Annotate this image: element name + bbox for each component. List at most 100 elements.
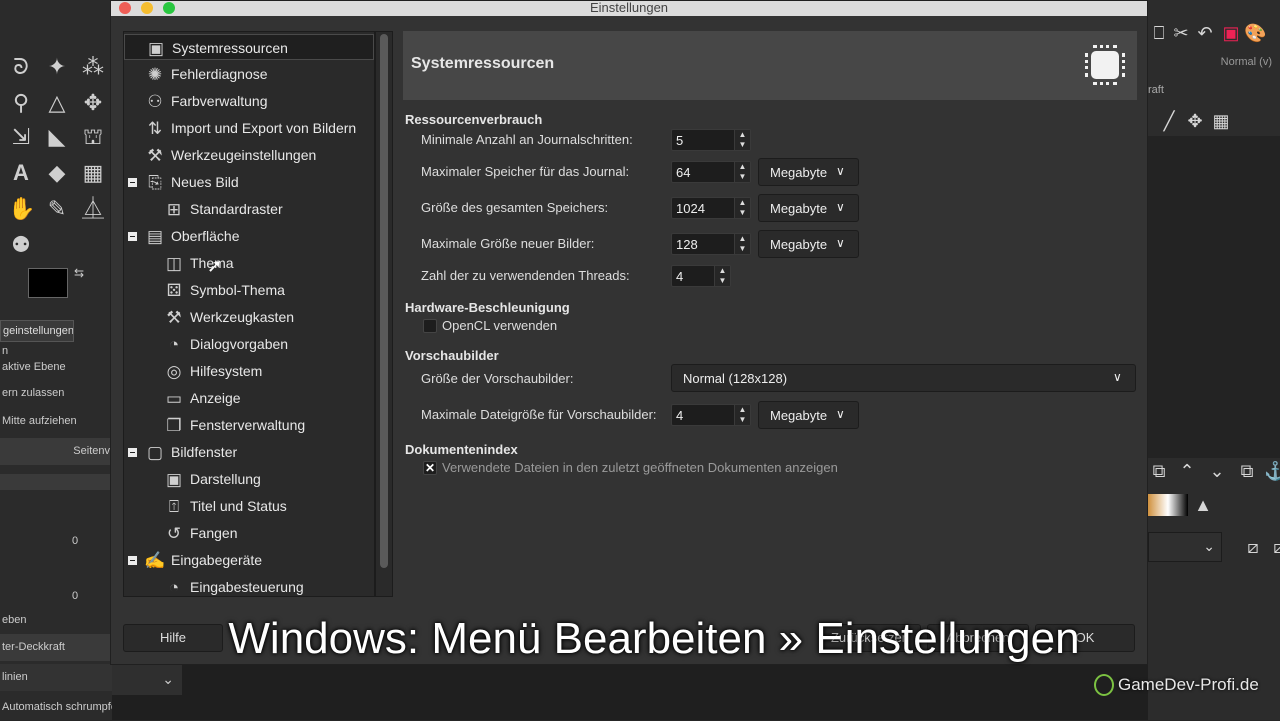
brush-icon[interactable]: ╱ [1158, 110, 1180, 132]
tree-item-titel-status[interactable]: ⍐ Titel und Status [163, 493, 287, 519]
opencl-label[interactable]: OpenCL verwenden [442, 318, 557, 333]
tool-option-row[interactable]: ern zulassen [0, 380, 112, 407]
undo-memory-spinner[interactable]: 64 ▲ ▼ [671, 161, 751, 183]
window-titlebar[interactable]: Einstellungen [111, 1, 1147, 16]
tree-scrollbar[interactable] [375, 31, 393, 597]
edit-curve-icon[interactable]: ⧄ [1242, 536, 1264, 558]
tree-item-eingabesteuerung[interactable]: ◔ Eingabesteuerung [163, 574, 304, 596]
undo-memory-unit-combo[interactable]: Megabyte ∨ [758, 158, 859, 186]
patterns-icon[interactable]: ▣ [1220, 22, 1242, 44]
left-dropdown-extension[interactable]: ⌄ [112, 665, 182, 695]
paths-icon[interactable]: ✂ [1170, 22, 1192, 44]
tree-item-dialogvorgaben[interactable]: ◔ Dialogvorgaben [163, 331, 288, 357]
layer-mode-row[interactable]: Normal (v) [1148, 52, 1280, 76]
tool-option-value[interactable]: 0 [0, 583, 112, 610]
maximize-window-button[interactable] [163, 2, 175, 14]
close-window-button[interactable] [119, 2, 131, 14]
unified-transform-icon[interactable]: ◣ [44, 124, 70, 150]
max-image-size-spinner[interactable]: 128 ▲ ▼ [671, 233, 751, 255]
move-tool-icon[interactable]: ✥ [80, 90, 106, 116]
collapse-eingabegeraete[interactable] [128, 556, 137, 565]
spin-arrows-icon[interactable]: ▲ ▼ [714, 266, 730, 286]
histogram-icon[interactable]: ▲ [1192, 494, 1214, 516]
tree-item-fehlerdiagnose[interactable]: ✺ Fehlerdiagnose [144, 61, 268, 87]
preferences-category-tree[interactable]: ▣ Systemressourcen ✺ Fehlerdiagnose ⚇ Farbv… [123, 31, 375, 597]
tree-item-fangen[interactable]: ↺ Fangen [163, 520, 238, 546]
collapse-neues-bild[interactable] [128, 178, 137, 187]
foreground-color-swatch[interactable] [28, 268, 68, 298]
tool-option-slider[interactable] [0, 474, 112, 490]
max-image-size-unit-combo[interactable]: Megabyte ∨ [758, 230, 859, 258]
measure-tool-icon[interactable]: △ [44, 90, 70, 116]
recent-documents-checkbox[interactable]: ✕ [423, 461, 437, 475]
collapse-bildfenster[interactable] [128, 448, 137, 457]
right-dropdown[interactable]: ⌄ [1148, 532, 1222, 562]
opencl-checkbox[interactable] [423, 319, 437, 333]
undo-levels-spinner[interactable]: 5 ▲ ▼ [671, 129, 751, 151]
select-by-color-icon[interactable]: ⁂ [80, 54, 106, 80]
new-layer-group-icon[interactable]: ⧉ [1148, 460, 1170, 482]
tree-item-thema[interactable]: ◫ Thema [163, 250, 234, 276]
spin-arrows-icon[interactable]: ▲ ▼ [734, 198, 750, 218]
move-icon[interactable]: ✥ [1184, 110, 1206, 132]
tool-option-row[interactable]: linien [0, 664, 112, 691]
undo-history-icon[interactable]: ↶ [1194, 22, 1216, 44]
tile-cache-spinner[interactable]: 1024 ▲ ▼ [671, 197, 751, 219]
palette-icon[interactable]: 🎨 [1244, 22, 1266, 44]
tree-item-standardraster[interactable]: ⊞ Standardraster [163, 196, 283, 222]
tree-item-import-export[interactable]: ⇅ Import und Export von Bildern [144, 115, 356, 141]
tree-item-darstellung[interactable]: ▣ Darstellung [163, 466, 261, 492]
dock-tab-icon[interactable]: ⎕ [1148, 22, 1170, 44]
tree-item-systemressourcen[interactable]: ▣ Systemressourcen [124, 34, 374, 60]
collapse-oberflaeche[interactable] [128, 232, 137, 241]
duplicate-layer-icon[interactable]: ⧉ [1236, 460, 1258, 482]
tool-option-row[interactable]: Seitenv [0, 438, 112, 465]
swap-colors-icon[interactable]: ⇆ [74, 266, 84, 280]
checker-icon[interactable]: ▦ [1210, 110, 1232, 132]
tool-option-row[interactable]: aktive Ebene [0, 354, 112, 381]
tool-option-value[interactable]: 0 [0, 528, 112, 555]
thumbnail-size-combo[interactable]: Normal (128x128) ∨ [671, 364, 1136, 392]
blend-tool-icon[interactable]: ▦ [80, 160, 106, 186]
tree-item-anzeige[interactable]: ▭ Anzeige [163, 385, 241, 411]
tree-item-fensterverwaltung[interactable]: ❐ Fensterverwaltung [163, 412, 305, 438]
text-tool-icon[interactable]: A [8, 160, 34, 186]
fuzzy-select-icon[interactable]: ✦ [44, 54, 70, 80]
warp-transform-icon[interactable]: ⛫ [80, 124, 106, 150]
tree-item-bildfenster[interactable]: ▢ Bildfenster [144, 439, 237, 465]
tree-item-werkzeugkasten[interactable]: ⚒ Werkzeugkasten [163, 304, 294, 330]
lower-layer-icon[interactable]: ⌄ [1206, 460, 1228, 482]
tree-item-farbverwaltung[interactable]: ⚇ Farbverwaltung [144, 88, 267, 114]
spin-arrows-icon[interactable]: ▲ ▼ [734, 234, 750, 254]
clone-tool-icon[interactable]: ⏅ [80, 196, 106, 222]
minimize-window-button[interactable] [141, 2, 153, 14]
bucket-fill-icon[interactable]: ◆ [44, 160, 70, 186]
color-picker-icon[interactable]: ⚉ [8, 232, 34, 258]
tree-item-werkzeugeinstellungen[interactable]: ⚒ Werkzeugeinstellungen [144, 142, 316, 168]
recent-documents-label[interactable]: Verwendete Dateien in den zuletzt geöffn… [442, 460, 838, 475]
tree-item-neues-bild[interactable]: ⎘ Neues Bild [144, 169, 239, 195]
spin-arrows-icon[interactable]: ▲ ▼ [734, 162, 750, 182]
smudge-tool-icon[interactable]: ✋ [8, 196, 35, 222]
tool-option-row[interactable]: Mitte aufziehen [0, 408, 112, 435]
spin-arrows-icon[interactable]: ▲ ▼ [734, 405, 750, 425]
thumbnail-filesize-spinner[interactable]: 4 ▲ ▼ [671, 404, 751, 426]
tile-cache-unit-combo[interactable]: Megabyte ∨ [758, 194, 859, 222]
lasso-tool-icon[interactable]: ᘐ [8, 54, 34, 80]
layers-list[interactable] [1148, 136, 1280, 458]
zoom-tool-icon[interactable]: ⚲ [8, 90, 34, 116]
tree-item-symbol-thema[interactable]: ⚄ Symbol-Thema [163, 277, 285, 303]
anchor-icon[interactable]: ⚓ [1264, 460, 1280, 482]
thumbnail-filesize-unit-combo[interactable]: Megabyte ∨ [758, 401, 859, 429]
reset-curve-icon[interactable]: ⧄ [1268, 536, 1280, 558]
tool-option-row[interactable]: Automatisch schrumpfen [0, 694, 112, 721]
tree-item-eingabegeraete[interactable]: ✍ Eingabegeräte [144, 547, 262, 573]
layer-mode[interactable]: Normal (v) [1221, 56, 1272, 68]
tree-item-hilfesystem[interactable]: ◎ Hilfesystem [163, 358, 263, 384]
tree-item-oberflaeche[interactable]: ▤ Oberfläche [144, 223, 240, 249]
gradient-preview[interactable] [1148, 494, 1188, 516]
spin-arrows-icon[interactable]: ▲ ▼ [734, 130, 750, 150]
tree-scrollbar-thumb[interactable] [380, 34, 388, 568]
raise-layer-icon[interactable]: ⌃ [1176, 460, 1198, 482]
threads-spinner[interactable]: 4 ▲ ▼ [671, 265, 731, 287]
